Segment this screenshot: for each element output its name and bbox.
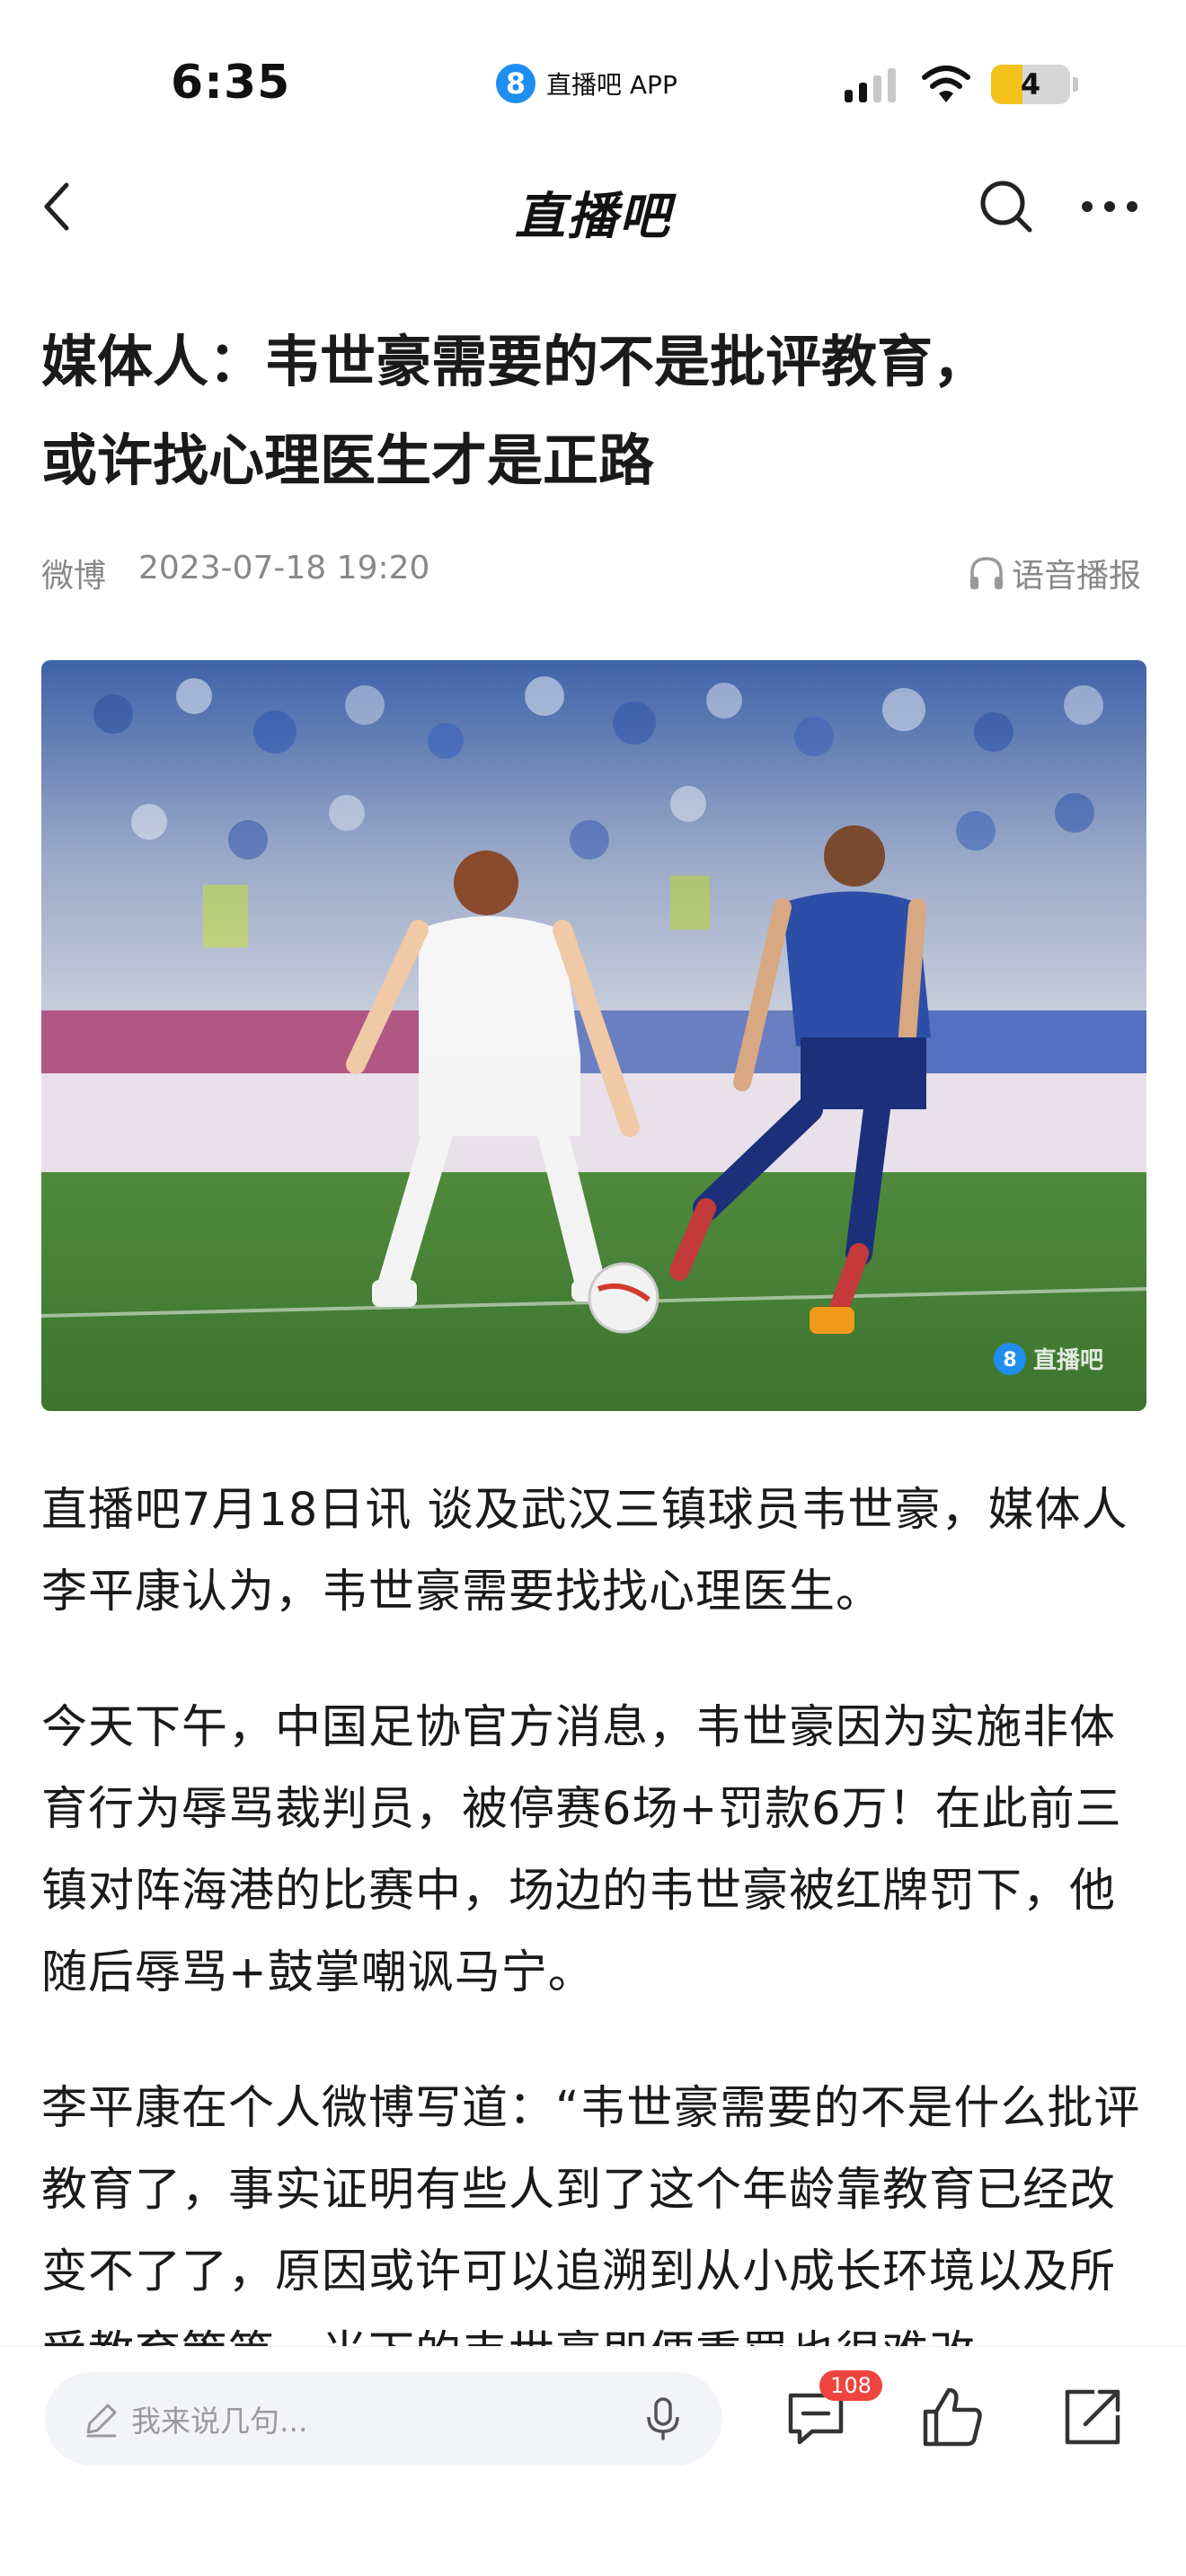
cellular-signal-icon bbox=[845, 66, 896, 102]
nav-bar: 直播吧 bbox=[0, 162, 1186, 251]
audio-broadcast-label: 语音播报 bbox=[1011, 558, 1141, 595]
status-time: 6:35 bbox=[171, 56, 291, 110]
football-match-image: 8 直播吧 bbox=[41, 660, 1146, 1411]
battery-cap bbox=[1073, 77, 1078, 92]
comment-input[interactable]: 我来说几句... bbox=[45, 2372, 722, 2466]
article-page: 6:35 8 直播吧 APP 4 直播吧 媒体人：韦世豪需要的不是批评教育， 或… bbox=[0, 0, 1186, 2576]
article-photo[interactable]: 8 直播吧 bbox=[41, 660, 1146, 1411]
image-watermark: 直播吧 bbox=[1033, 1347, 1103, 1374]
wifi-icon bbox=[922, 66, 970, 102]
comment-count-badge: 108 bbox=[819, 2370, 882, 2401]
headphones-icon bbox=[969, 557, 1003, 589]
status-bar: 6:35 8 直播吧 APP 4 bbox=[0, 0, 1186, 157]
status-app-indicator[interactable]: 8 直播吧 APP bbox=[496, 63, 677, 104]
thumbs-up-icon[interactable] bbox=[918, 2383, 987, 2451]
status-app-name: 直播吧 APP bbox=[546, 70, 677, 100]
app-logo-icon: 8 bbox=[496, 64, 535, 103]
article-paragraph: 今天下午，中国足协官方消息，韦世豪因为实施非体育行为辱骂裁判员，被停赛6场+罚款… bbox=[41, 1701, 1122, 1999]
article-paragraph: 直播吧7月18日讯 谈及武汉三镇球员韦世豪，媒体人李平康认为，韦世豪需要找找心理… bbox=[41, 1484, 1128, 1619]
article-paragraph: 李平康在个人微博写道：“韦世豪需要的不是什么批评教育了，事实证明有些人到了这个年… bbox=[41, 2082, 1141, 2348]
battery-indicator: 4 bbox=[991, 65, 1070, 104]
article-source[interactable]: 微博 bbox=[41, 550, 106, 596]
audio-broadcast-button[interactable]: 语音播报 bbox=[967, 550, 1141, 596]
comment-placeholder: 我来说几句... bbox=[131, 2404, 308, 2439]
article-date: 2023-07-18 19:20 bbox=[138, 550, 430, 587]
pen-icon bbox=[86, 2404, 117, 2438]
more-icon[interactable] bbox=[1078, 198, 1141, 216]
bottom-action-bar: 我来说几句... 108 bbox=[0, 2346, 1186, 2576]
status-indicators: 4 bbox=[845, 63, 1078, 106]
article-title-line: 媒体人：韦世豪需要的不是批评教育， bbox=[41, 329, 989, 394]
battery-level-text: 4 bbox=[1020, 67, 1041, 101]
microphone-icon[interactable] bbox=[640, 2395, 686, 2442]
watermark-logo-digit: 8 bbox=[1003, 1349, 1016, 1372]
article-title: 媒体人：韦世豪需要的不是批评教育， 或许找心理医生才是正路 bbox=[41, 313, 1146, 510]
article-title-line: 或许找心理医生才是正路 bbox=[41, 428, 655, 493]
article-meta: 微博 2023-07-18 19:20 语音播报 bbox=[41, 550, 1146, 596]
search-icon[interactable] bbox=[978, 178, 1035, 235]
share-icon[interactable] bbox=[1058, 2383, 1127, 2451]
